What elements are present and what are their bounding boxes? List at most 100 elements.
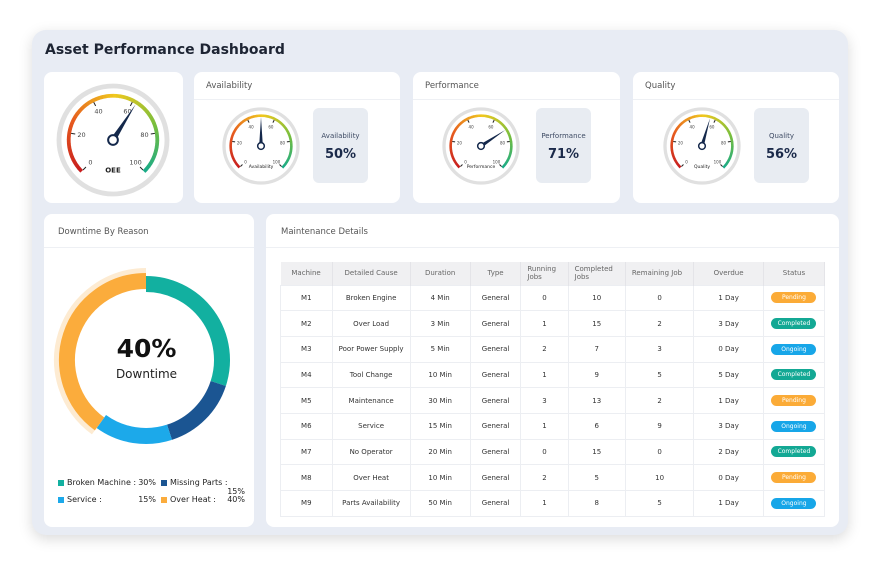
table-cell: 1 Day [693, 490, 764, 517]
donut-center-label: Downtime [115, 367, 178, 381]
gauge-tick-label: 60 [488, 125, 494, 130]
gauge-arc-segment [248, 115, 253, 120]
gauge-tick-label: 20 [678, 141, 684, 146]
gauge-arc-segment [676, 125, 681, 129]
gauge-arc-segment [675, 127, 679, 131]
gauge-arc-segment [722, 123, 727, 128]
table-row[interactable]: M6 Service 15 Min General 1 6 9 3 Day Ongoing [280, 412, 826, 440]
gauge-arc-segment [77, 107, 84, 113]
donut-slice [96, 414, 172, 444]
gauge-arc-segment [468, 115, 473, 120]
gauge-arc-segment [450, 133, 455, 138]
gauge-arc-segment [729, 136, 733, 140]
table-cell: General [469, 438, 522, 466]
legend-label: Service : [67, 495, 102, 504]
table-cell: 30 Min [409, 387, 471, 414]
donut-slice [166, 380, 226, 440]
status-cell: Completed [762, 361, 826, 389]
gauge-tick-label: 40 [94, 108, 102, 116]
gauge-arc-segment [276, 119, 280, 123]
legend-swatch [161, 479, 167, 486]
status-badge: Pending [771, 472, 817, 484]
table-row[interactable]: M1 Broken Engine 4 Min General 0 10 0 1 Day Pend… [280, 284, 826, 312]
gauge-arc-segment [102, 94, 107, 99]
gauge-arc-segment [251, 115, 255, 119]
gauge-arc-segment [150, 119, 156, 125]
gauge-arc-segment [230, 133, 235, 138]
column-header: Duration [410, 262, 471, 285]
gauge-arc-segment [671, 152, 675, 156]
gauge-arc-segment [126, 96, 132, 101]
table-row[interactable]: M7 No Operator 20 Min General 0 15 0 2 Day Compl… [280, 438, 826, 466]
gauge-arc-segment [272, 116, 276, 121]
table-cell: 8 [567, 490, 626, 517]
gauge-arc-segment [723, 163, 728, 167]
gauge-arc-segment [504, 161, 508, 165]
legend-swatch [58, 479, 64, 486]
gauge-arc-segment [687, 116, 692, 121]
gauge-label: OEE [105, 166, 121, 174]
maintenance-table: Machine Detailed Cause Duration Type Running… [280, 262, 826, 517]
gauge-tick-label: 80 [721, 141, 727, 146]
table-cell: 7 [567, 335, 626, 363]
table-cell: 4 Min [409, 284, 471, 312]
table-cell: 5 [624, 361, 695, 389]
column-header: Running Jobs [520, 262, 569, 285]
table-cell: General [469, 361, 522, 389]
gauge-arc-segment [507, 133, 512, 138]
table-row[interactable]: M4 Tool Change 10 Min General 1 9 5 5 Day Comple… [280, 361, 826, 389]
table-row[interactable]: M5 Maintenance 30 Min General 3 13 2 1 Day Pendi… [280, 387, 826, 414]
gauge-arc-segment [677, 164, 682, 169]
gauge-arc-segment [281, 164, 286, 169]
gauge-arc-segment [685, 117, 690, 122]
gauge-arc-segment [498, 120, 502, 125]
gauge-arc-segment [278, 120, 282, 125]
gauge-tick [150, 132, 155, 135]
gauge-arc-segment [489, 115, 494, 120]
table-row[interactable]: M9 Parts Availability 50 Min General 1 8 5 1 Da… [280, 490, 826, 517]
table-cell: 10 [624, 464, 695, 491]
table-cell: 9 [567, 361, 626, 389]
gauge-arc-segment [288, 136, 292, 140]
gauge-arc-segment [147, 162, 153, 168]
gauge-arc-segment [92, 97, 98, 103]
gauge-arc-segment [462, 118, 467, 123]
gauge-arc-segment [676, 162, 680, 167]
table-row[interactable]: M3 Poor Power Supply 5 Min General 2 7 3 0 Day O… [280, 335, 826, 363]
gauge-arc-segment [671, 154, 676, 159]
column-header: Type [470, 262, 522, 285]
table-cell: 5 Day [693, 361, 764, 389]
table-cell: General [469, 464, 522, 491]
gauge-arc-segment [80, 104, 86, 111]
gauge-arc-segment [454, 127, 458, 131]
gauge-arc-segment [728, 133, 733, 138]
gauge-arc-segment [71, 158, 77, 165]
gauge-arc-segment [69, 121, 74, 127]
table-row[interactable]: M8 Over Heat 10 Min General 2 5 10 0 Day Pending [280, 464, 826, 491]
gauge-arc-segment [132, 98, 138, 105]
gauge-arc-segment [706, 114, 710, 118]
table-cell: 1 [520, 412, 569, 440]
gauge-tick-label: 20 [77, 131, 85, 139]
gauge-hub [107, 134, 119, 146]
gauge-arc-segment [726, 129, 731, 134]
status-cell: Ongoing [762, 490, 826, 517]
status-cell: Pending [762, 387, 826, 414]
gauge-arc-segment [717, 119, 721, 123]
table-cell: Over Load [331, 310, 411, 337]
column-header: Remaining Job [625, 262, 695, 285]
gauge-arc-segment [88, 98, 95, 104]
gauge-arc-segment [153, 149, 158, 155]
table-cell: Over Heat [331, 464, 411, 491]
gauge-arc-segment [694, 114, 698, 118]
gauge-tick-label: 40 [249, 125, 255, 130]
table-cell: 2 [624, 387, 695, 414]
gauge-arc-segment [285, 129, 290, 134]
gauge-arc-segment [455, 162, 459, 167]
table-cell: 1 Day [693, 284, 764, 312]
gauge-arc-segment [140, 104, 146, 111]
table-cell: 2 [520, 335, 569, 363]
table-row[interactable]: M2 Over Load 3 Min General 1 15 2 3 Day Complete… [280, 310, 826, 337]
gauge-hub [697, 141, 707, 151]
availability-gauge: 02040 6080100Availability [222, 107, 300, 185]
